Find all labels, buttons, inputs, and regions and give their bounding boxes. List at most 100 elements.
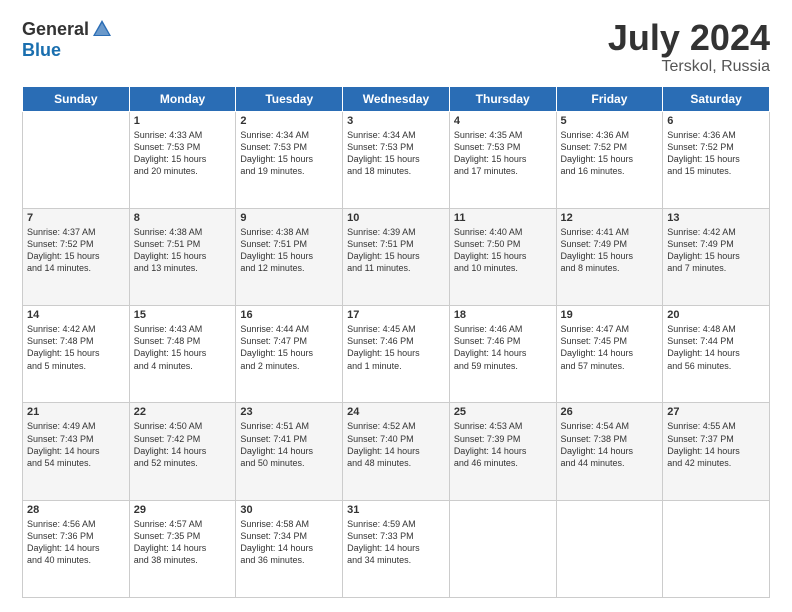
day-number: 4 — [454, 115, 552, 127]
calendar-cell: 19Sunrise: 4:47 AM Sunset: 7:45 PM Dayli… — [556, 306, 663, 403]
day-info: Sunrise: 4:43 AM Sunset: 7:48 PM Dayligh… — [134, 323, 232, 372]
calendar-cell: 11 Sunrise: 4:40 AM Sunset: 7:50 PM Dayli… — [449, 208, 556, 305]
day-number: 23 — [240, 406, 338, 418]
calendar-cell: 22 Sunrise: 4:50 AM Sunset: 7:42 PM Dayli… — [129, 403, 236, 500]
day-info: Sunrise: 4:48 AM Sunset: 7:44 PM Dayligh… — [667, 323, 765, 372]
day-number: 12 — [561, 212, 659, 224]
calendar-cell: 2 Sunrise: 4:34 AM Sunset: 7:53 PM Daylig… — [236, 111, 343, 208]
calendar-cell: 7Sunrise: 4:37 AM Sunset: 7:52 PM Daylig… — [23, 208, 130, 305]
header: General Blue July 2024 Terskol, Russia — [22, 18, 770, 76]
calendar-cell: 12 Sunrise: 4:41 AM Sunset: 7:49 PM Dayli… — [556, 208, 663, 305]
day-number: 26 — [561, 406, 659, 418]
day-info: Sunrise: 4:54 AM Sunset: 7:38 PM Dayligh… — [561, 420, 659, 469]
day-info: Sunrise: 4:36 AM Sunset: 7:52 PM Dayligh… — [561, 129, 659, 178]
day-number: 30 — [240, 504, 338, 516]
day-info: Sunrise: 4:52 AM Sunset: 7:40 PM Dayligh… — [347, 420, 445, 469]
logo-general-text: General — [22, 19, 89, 40]
calendar-cell — [449, 500, 556, 597]
calendar-cell: 15Sunrise: 4:43 AM Sunset: 7:48 PM Dayli… — [129, 306, 236, 403]
calendar-cell: 16Sunrise: 4:44 AM Sunset: 7:47 PM Dayli… — [236, 306, 343, 403]
day-number: 2 — [240, 115, 338, 127]
calendar-week-row: 21Sunrise: 4:49 AM Sunset: 7:43 PM Dayli… — [23, 403, 770, 500]
day-info: Sunrise: 4:41 AM Sunset: 7:49 PM Dayligh… — [561, 226, 659, 275]
calendar-cell: 9Sunrise: 4:38 AM Sunset: 7:51 PM Daylig… — [236, 208, 343, 305]
calendar-cell: 5 Sunrise: 4:36 AM Sunset: 7:52 PM Daylig… — [556, 111, 663, 208]
day-info: Sunrise: 4:49 AM Sunset: 7:43 PM Dayligh… — [27, 420, 125, 469]
calendar-cell — [663, 500, 770, 597]
day-number: 31 — [347, 504, 445, 516]
calendar-cell: 14Sunrise: 4:42 AM Sunset: 7:48 PM Dayli… — [23, 306, 130, 403]
day-of-week-header: Saturday — [663, 86, 770, 111]
day-info: Sunrise: 4:40 AM Sunset: 7:50 PM Dayligh… — [454, 226, 552, 275]
calendar-cell: 3Sunrise: 4:34 AM Sunset: 7:53 PM Daylig… — [343, 111, 450, 208]
day-info: Sunrise: 4:42 AM Sunset: 7:48 PM Dayligh… — [27, 323, 125, 372]
day-of-week-header: Wednesday — [343, 86, 450, 111]
calendar-cell: 13 Sunrise: 4:42 AM Sunset: 7:49 PM Dayli… — [663, 208, 770, 305]
day-info: Sunrise: 4:57 AM Sunset: 7:35 PM Dayligh… — [134, 518, 232, 567]
day-info: Sunrise: 4:59 AM Sunset: 7:33 PM Dayligh… — [347, 518, 445, 567]
title-section: July 2024 Terskol, Russia — [608, 18, 770, 76]
day-number: 13 — [667, 212, 765, 224]
day-info: Sunrise: 4:53 AM Sunset: 7:39 PM Dayligh… — [454, 420, 552, 469]
calendar-cell: 29Sunrise: 4:57 AM Sunset: 7:35 PM Dayli… — [129, 500, 236, 597]
day-number: 19 — [561, 309, 659, 321]
day-info: Sunrise: 4:42 AM Sunset: 7:49 PM Dayligh… — [667, 226, 765, 275]
day-info: Sunrise: 4:38 AM Sunset: 7:51 PM Dayligh… — [240, 226, 338, 275]
day-of-week-header: Sunday — [23, 86, 130, 111]
day-info: Sunrise: 4:50 AM Sunset: 7:42 PM Dayligh… — [134, 420, 232, 469]
calendar-week-row: 1 Sunrise: 4:33 AM Sunset: 7:53 PM Daylig… — [23, 111, 770, 208]
day-number: 6 — [667, 115, 765, 127]
calendar-cell: 21Sunrise: 4:49 AM Sunset: 7:43 PM Dayli… — [23, 403, 130, 500]
calendar-cell: 24 Sunrise: 4:52 AM Sunset: 7:40 PM Dayli… — [343, 403, 450, 500]
day-info: Sunrise: 4:51 AM Sunset: 7:41 PM Dayligh… — [240, 420, 338, 469]
calendar-header-row: SundayMondayTuesdayWednesdayThursdayFrid… — [23, 86, 770, 111]
day-number: 25 — [454, 406, 552, 418]
calendar-cell: 26 Sunrise: 4:54 AM Sunset: 7:38 PM Dayli… — [556, 403, 663, 500]
page: General Blue July 2024 Terskol, Russia S… — [0, 0, 792, 612]
day-info: Sunrise: 4:45 AM Sunset: 7:46 PM Dayligh… — [347, 323, 445, 372]
day-number: 1 — [134, 115, 232, 127]
calendar-cell: 23 Sunrise: 4:51 AM Sunset: 7:41 PM Dayli… — [236, 403, 343, 500]
calendar-cell: 28Sunrise: 4:56 AM Sunset: 7:36 PM Dayli… — [23, 500, 130, 597]
calendar-week-row: 14Sunrise: 4:42 AM Sunset: 7:48 PM Dayli… — [23, 306, 770, 403]
main-title: July 2024 — [608, 18, 770, 58]
calendar-cell: 8 Sunrise: 4:38 AM Sunset: 7:51 PM Daylig… — [129, 208, 236, 305]
calendar-week-row: 28Sunrise: 4:56 AM Sunset: 7:36 PM Dayli… — [23, 500, 770, 597]
day-info: Sunrise: 4:36 AM Sunset: 7:52 PM Dayligh… — [667, 129, 765, 178]
day-number: 10 — [347, 212, 445, 224]
day-number: 22 — [134, 406, 232, 418]
day-number: 27 — [667, 406, 765, 418]
day-info: Sunrise: 4:34 AM Sunset: 7:53 PM Dayligh… — [240, 129, 338, 178]
day-info: Sunrise: 4:37 AM Sunset: 7:52 PM Dayligh… — [27, 226, 125, 275]
logo: General Blue — [22, 18, 113, 61]
day-number: 5 — [561, 115, 659, 127]
day-info: Sunrise: 4:38 AM Sunset: 7:51 PM Dayligh… — [134, 226, 232, 275]
day-number: 8 — [134, 212, 232, 224]
calendar-cell: 27 Sunrise: 4:55 AM Sunset: 7:37 PM Dayli… — [663, 403, 770, 500]
day-number: 28 — [27, 504, 125, 516]
calendar-cell: 31 Sunrise: 4:59 AM Sunset: 7:33 PM Dayli… — [343, 500, 450, 597]
day-info: Sunrise: 4:55 AM Sunset: 7:37 PM Dayligh… — [667, 420, 765, 469]
calendar-cell: 17Sunrise: 4:45 AM Sunset: 7:46 PM Dayli… — [343, 306, 450, 403]
calendar-cell: 4 Sunrise: 4:35 AM Sunset: 7:53 PM Daylig… — [449, 111, 556, 208]
day-of-week-header: Monday — [129, 86, 236, 111]
calendar-cell: 25 Sunrise: 4:53 AM Sunset: 7:39 PM Dayli… — [449, 403, 556, 500]
day-info: Sunrise: 4:39 AM Sunset: 7:51 PM Dayligh… — [347, 226, 445, 275]
day-info: Sunrise: 4:46 AM Sunset: 7:46 PM Dayligh… — [454, 323, 552, 372]
day-number: 18 — [454, 309, 552, 321]
calendar-cell: 30 Sunrise: 4:58 AM Sunset: 7:34 PM Dayli… — [236, 500, 343, 597]
calendar-week-row: 7Sunrise: 4:37 AM Sunset: 7:52 PM Daylig… — [23, 208, 770, 305]
day-info: Sunrise: 4:35 AM Sunset: 7:53 PM Dayligh… — [454, 129, 552, 178]
day-number: 16 — [240, 309, 338, 321]
day-info: Sunrise: 4:58 AM Sunset: 7:34 PM Dayligh… — [240, 518, 338, 567]
day-info: Sunrise: 4:33 AM Sunset: 7:53 PM Dayligh… — [134, 129, 232, 178]
calendar-cell — [556, 500, 663, 597]
calendar-cell: 1 Sunrise: 4:33 AM Sunset: 7:53 PM Daylig… — [129, 111, 236, 208]
calendar-cell: 20Sunrise: 4:48 AM Sunset: 7:44 PM Dayli… — [663, 306, 770, 403]
day-of-week-header: Thursday — [449, 86, 556, 111]
calendar-cell: 10 Sunrise: 4:39 AM Sunset: 7:51 PM Dayli… — [343, 208, 450, 305]
calendar-cell — [23, 111, 130, 208]
day-number: 11 — [454, 212, 552, 224]
sub-title: Terskol, Russia — [608, 58, 770, 76]
day-number: 24 — [347, 406, 445, 418]
